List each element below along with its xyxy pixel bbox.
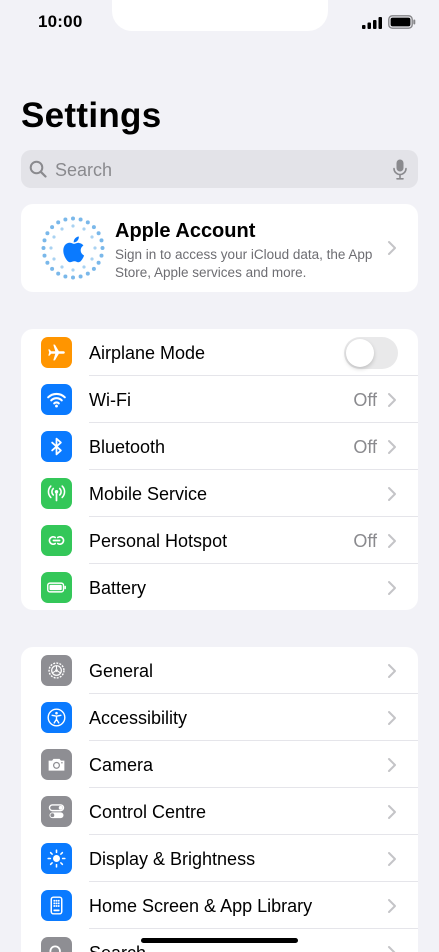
- status-time: 10:00: [38, 12, 83, 31]
- display-brightness-label: Display & Brightness: [89, 849, 256, 869]
- chevron-right-icon: [388, 581, 396, 595]
- microphone-icon[interactable]: [393, 159, 407, 180]
- apple-account-card[interactable]: Apple Account Sign in to access your iCl…: [21, 204, 418, 292]
- airplane-icon: [41, 337, 72, 368]
- home-indicator[interactable]: [141, 938, 298, 943]
- chevron-right-icon: [388, 852, 396, 866]
- chevron-right-icon: [388, 487, 396, 501]
- apple-account-avatar-icon: [41, 216, 105, 280]
- switches-icon: [41, 796, 72, 827]
- airplane-mode-toggle[interactable]: [344, 337, 398, 369]
- settings-screen: 10:00 Settings Search Apple Account Sign…: [0, 0, 439, 952]
- search-icon: [29, 160, 47, 178]
- settings-row-personal-hotspot[interactable]: Personal Hotspot Off: [21, 517, 418, 564]
- chevron-right-icon: [388, 711, 396, 725]
- personal-hotspot-status-value: Off: [353, 531, 377, 551]
- apple-account-subtitle: Sign in to access your iCloud data, the …: [115, 247, 373, 280]
- wifi-icon: [41, 384, 72, 415]
- settings-row-camera[interactable]: Camera: [21, 741, 418, 788]
- settings-row-control-centre[interactable]: Control Centre: [21, 788, 418, 835]
- control-centre-label: Control Centre: [89, 802, 207, 822]
- toggle-knob: [346, 339, 374, 367]
- battery-status-icon: [388, 15, 416, 29]
- connectivity-group: Airplane Mode Wi-Fi Off Bluetooth Off Mo…: [21, 329, 418, 610]
- dynamic-island-notch: [112, 0, 328, 31]
- chevron-right-icon: [388, 805, 396, 819]
- search-icon: [41, 937, 72, 952]
- accessibility-label: Accessibility: [89, 708, 188, 728]
- chevron-right-icon: [388, 899, 396, 913]
- sun-icon: [41, 843, 72, 874]
- chevron-right-icon: [388, 440, 396, 454]
- chevron-right-icon: [388, 664, 396, 678]
- wifi-label: Wi-Fi: [89, 390, 131, 410]
- status-bar: 10:00: [0, 0, 439, 48]
- chevron-right-icon: [388, 534, 396, 548]
- general-label: General: [89, 661, 154, 681]
- search-placeholder: Search: [55, 160, 113, 180]
- gear-icon: [41, 655, 72, 686]
- bluetooth-status-value: Off: [353, 437, 377, 457]
- signal-icon: [362, 17, 382, 29]
- phone-grid-icon: [41, 890, 72, 921]
- settings-row-display-brightness[interactable]: Display & Brightness: [21, 835, 418, 882]
- page-title: Settings: [21, 96, 162, 135]
- settings-row-general[interactable]: General: [21, 647, 418, 694]
- personal-hotspot-label: Personal Hotspot: [89, 531, 228, 551]
- camera-icon: [41, 749, 72, 780]
- battery-icon: [41, 572, 72, 603]
- antenna-icon: [41, 478, 72, 509]
- battery-label: Battery: [89, 578, 147, 598]
- home-screen-label: Home Screen & App Library: [89, 896, 313, 916]
- bluetooth-icon: [41, 431, 72, 462]
- hotspot-icon: [41, 525, 72, 556]
- camera-label: Camera: [89, 755, 154, 775]
- chevron-right-icon: [388, 241, 396, 255]
- settings-row-battery[interactable]: Battery: [21, 564, 418, 610]
- accessibility-icon: [41, 702, 72, 733]
- settings-row-mobile-service[interactable]: Mobile Service: [21, 470, 418, 517]
- bluetooth-label: Bluetooth: [89, 437, 166, 457]
- airplane-mode-label: Airplane Mode: [89, 343, 206, 363]
- chevron-right-icon: [388, 758, 396, 772]
- chevron-right-icon: [388, 393, 396, 407]
- settings-row-wifi[interactable]: Wi-Fi Off: [21, 376, 418, 423]
- search-input[interactable]: Search: [21, 150, 418, 188]
- settings-row-home-screen[interactable]: Home Screen & App Library: [21, 882, 418, 929]
- chevron-right-icon: [388, 946, 396, 952]
- settings-row-accessibility[interactable]: Accessibility: [21, 694, 418, 741]
- settings-row-airplane-mode[interactable]: Airplane Mode: [21, 329, 418, 376]
- mobile-service-label: Mobile Service: [89, 484, 208, 504]
- search-label: Search: [89, 943, 146, 952]
- settings-row-bluetooth[interactable]: Bluetooth Off: [21, 423, 418, 470]
- system-group: General Accessibility Camera Control Cen…: [21, 647, 418, 952]
- apple-account-title: Apple Account: [115, 220, 256, 242]
- wifi-status-value: Off: [353, 390, 377, 410]
